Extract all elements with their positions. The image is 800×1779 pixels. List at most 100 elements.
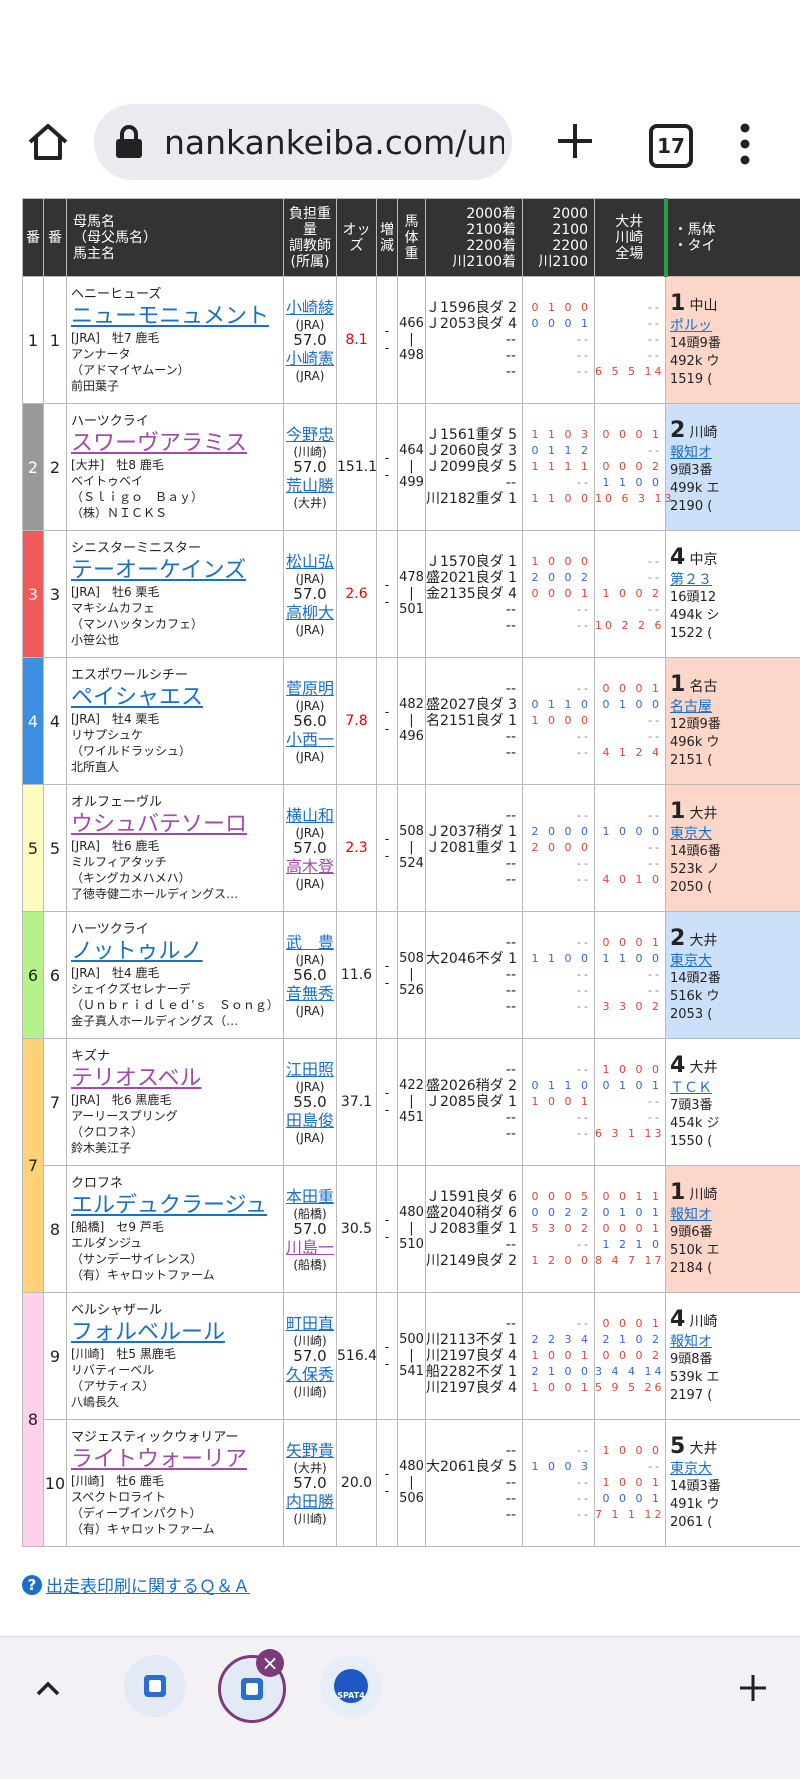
last-detail: 2151 ( <box>670 752 800 770</box>
carried-weight: 56.0 <box>284 714 336 729</box>
horse-cell: ヘニーヒューズ ニューモニュメント [JRA] 牡7 鹿毛 アンナータ （アドマ… <box>67 277 284 404</box>
carried-weight: 57.0 <box>284 1349 336 1364</box>
horse-name-link[interactable]: ウシュバテソーロ <box>71 811 283 838</box>
horse-cell: キズナ テリオスベル [JRA] 牝6 黒鹿毛 アーリースプリング （クロフネ）… <box>67 1039 284 1166</box>
best-times: Ｊ1591良ダ 6盛2040稍ダ 6Ｊ2083重ダ 1--川2149良ダ 2 <box>426 1166 523 1293</box>
weight-change: -- <box>377 531 398 658</box>
horse-name-link[interactable]: フォルベルール <box>71 1319 283 1346</box>
horse-name-link[interactable]: ライトウォーリア <box>71 1446 283 1473</box>
table-row: 8 クロフネ エルデュクラージュ [船橋] セ9 芦毛 エルダンジュ （サンデー… <box>23 1166 800 1293</box>
carried-weight: 57.0 <box>284 587 336 602</box>
horse-info: [JRA] 牡4 栗毛 <box>71 711 283 727</box>
body-weight: 480|506 <box>398 1420 426 1547</box>
last-detail: 2061 ( <box>670 1514 800 1532</box>
weight-change: -- <box>377 277 398 404</box>
horse-cell: ハーツクライ スワーヴアラミス [大井] 牡8 鹿毛 ベイトゥベイ （Ｓｌｉｇｏ… <box>67 404 284 531</box>
header-num: 番 <box>44 199 67 277</box>
last-race-link[interactable]: 東京大 <box>670 952 800 970</box>
weight-change: -- <box>377 1166 398 1293</box>
jockey-link[interactable]: 松山弘 <box>284 551 336 572</box>
best-times: --大2046不ダ 1------ <box>426 912 523 1039</box>
add-tab-icon[interactable] <box>738 1673 768 1703</box>
jockey-link[interactable]: 小崎綾 <box>284 297 336 318</box>
last-track: 川崎 <box>689 1187 717 1203</box>
last-race-link[interactable]: 東京大 <box>670 825 800 843</box>
horse-name-link[interactable]: スワーヴアラミス <box>71 430 283 457</box>
horse-cell: オルフェーヴル ウシュバテソーロ [JRA] 牡6 鹿毛 ミルフィアタッチ （キ… <box>67 785 284 912</box>
last-race-link[interactable]: 報知オ <box>670 444 800 462</box>
last-detail: 454k ジ <box>670 1115 800 1133</box>
track-records: 0 0 0 11 1 0 0----3 3 0 2 <box>595 912 666 1039</box>
last-race-link[interactable]: ＴＣＫ <box>670 1079 800 1097</box>
distance-records: --0 1 1 01 0 0 0---- <box>523 658 595 785</box>
more-menu-icon[interactable] <box>738 122 752 166</box>
last-detail: 496k ウ <box>670 734 800 752</box>
jockey-link[interactable]: 町田直 <box>284 1313 336 1334</box>
tab-thumbnail-spat4[interactable]: SPAT4 <box>320 1655 382 1717</box>
trainer-link[interactable]: 田島俊 <box>284 1110 336 1131</box>
horse-name-link[interactable]: ペイシャエス <box>71 684 283 711</box>
jockey-link[interactable]: 矢野貴 <box>284 1440 336 1461</box>
last-race-link[interactable]: ポルッ <box>670 317 800 335</box>
last-detail: 2197 ( <box>670 1387 800 1405</box>
horse-name-link[interactable]: ノットゥルノ <box>71 938 283 965</box>
last-detail: 2053 ( <box>670 1006 800 1024</box>
trainer-link[interactable]: 小崎憲 <box>284 348 336 369</box>
last-race-cell: 4 大井 ＴＣＫ 7頭3番 454k ジ 1550 ( <box>666 1039 800 1166</box>
trainer-link[interactable]: 川島一 <box>284 1237 336 1258</box>
new-tab-icon[interactable] <box>552 118 598 164</box>
carried-weight: 56.0 <box>284 968 336 983</box>
trainer-link[interactable]: 荒山勝 <box>284 475 336 496</box>
qa-link[interactable]: ? 出走表印刷に関するＱ＆Ａ <box>22 1572 250 1597</box>
horse-number: 10 <box>44 1420 67 1547</box>
address-bar[interactable]: nankankeiba.com/um <box>94 104 512 180</box>
jockey-link[interactable]: 武 豊 <box>284 932 336 953</box>
horse-cell: ベルシャザール フォルベルール [川崎] 牡5 黒鹿毛 リバティーベル （アサテ… <box>67 1293 284 1420</box>
carried-weight: 55.0 <box>284 1095 336 1110</box>
chevron-up-icon[interactable] <box>34 1675 62 1703</box>
header-odds: オッズ <box>337 199 377 277</box>
last-race-link[interactable]: 名古屋 <box>670 698 800 716</box>
horse-info: [川崎] 牡5 黒鹿毛 <box>71 1346 283 1362</box>
horse-name-link[interactable]: ニューモニュメント <box>71 303 283 330</box>
horse-name-link[interactable]: テーオーケインズ <box>71 557 283 584</box>
trainer-link[interactable]: 小西一 <box>284 729 336 750</box>
horse-name-link[interactable]: テリオスベル <box>71 1065 283 1092</box>
last-detail: 2190 ( <box>670 498 800 516</box>
table-row: 89 ベルシャザール フォルベルール [川崎] 牡5 黒鹿毛 リバティーベル （… <box>23 1293 800 1420</box>
last-race-cell: 1 中山 ポルッ 14頭9番 492k ウ 1519 ( <box>666 277 800 404</box>
trainer-link[interactable]: 久保秀 <box>284 1364 336 1385</box>
last-race-cell: 2 大井 東京大 14頭2番 516k ウ 2053 ( <box>666 912 800 1039</box>
trainer-link[interactable]: 高木登 <box>284 856 336 877</box>
home-icon[interactable] <box>24 118 72 166</box>
owner-name: 小笹公也 <box>71 632 283 648</box>
nankan-logo-icon <box>241 1678 263 1700</box>
tab-thumbnail-nankan-1[interactable] <box>124 1655 186 1717</box>
dam-name: アーリースプリング <box>71 1108 283 1124</box>
close-tab-icon[interactable]: × <box>256 1649 284 1677</box>
body-weight: 482|496 <box>398 658 426 785</box>
last-race-link[interactable]: 報知オ <box>670 1333 800 1351</box>
jockey-link[interactable]: 今野忠 <box>284 424 336 445</box>
last-race-link[interactable]: 東京大 <box>670 1460 800 1478</box>
trainer-link[interactable]: 高柳大 <box>284 602 336 623</box>
jockey-link[interactable]: 横山和 <box>284 805 336 826</box>
jockey-link[interactable]: 菅原明 <box>284 678 336 699</box>
horse-cell: エスポワールシチー ペイシャエス [JRA] 牡4 栗毛 リサプシュケ （ワイル… <box>67 658 284 785</box>
last-race-link[interactable]: 第２３ <box>670 571 800 589</box>
horse-name-link[interactable]: エルデュクラージュ <box>71 1192 283 1219</box>
jockey-cell: 本田重 (船橋) 57.0 川島一 (船橋) <box>284 1166 337 1293</box>
trainer-link[interactable]: 内田勝 <box>284 1491 336 1512</box>
weight-change: -- <box>377 1293 398 1420</box>
header-waku: 番 <box>23 199 44 277</box>
horse-info: [JRA] 牡7 鹿毛 <box>71 330 283 346</box>
track-records: --1 0 0 0----4 0 1 0 <box>595 785 666 912</box>
last-race-link[interactable]: 報知オ <box>670 1206 800 1224</box>
tab-switcher-button[interactable]: 17 <box>649 124 693 168</box>
jockey-link[interactable]: 本田重 <box>284 1186 336 1207</box>
last-detail: 492k ウ <box>670 353 800 371</box>
race-entry-table-container[interactable]: 番 番 母馬名 （母父馬名） 馬主名 負担重量 調教師 (所属) オッズ 増減 … <box>22 198 800 1548</box>
trainer-link[interactable]: 音無秀 <box>284 983 336 1004</box>
sire-name: ハーツクライ <box>71 414 283 430</box>
jockey-link[interactable]: 江田照 <box>284 1059 336 1080</box>
